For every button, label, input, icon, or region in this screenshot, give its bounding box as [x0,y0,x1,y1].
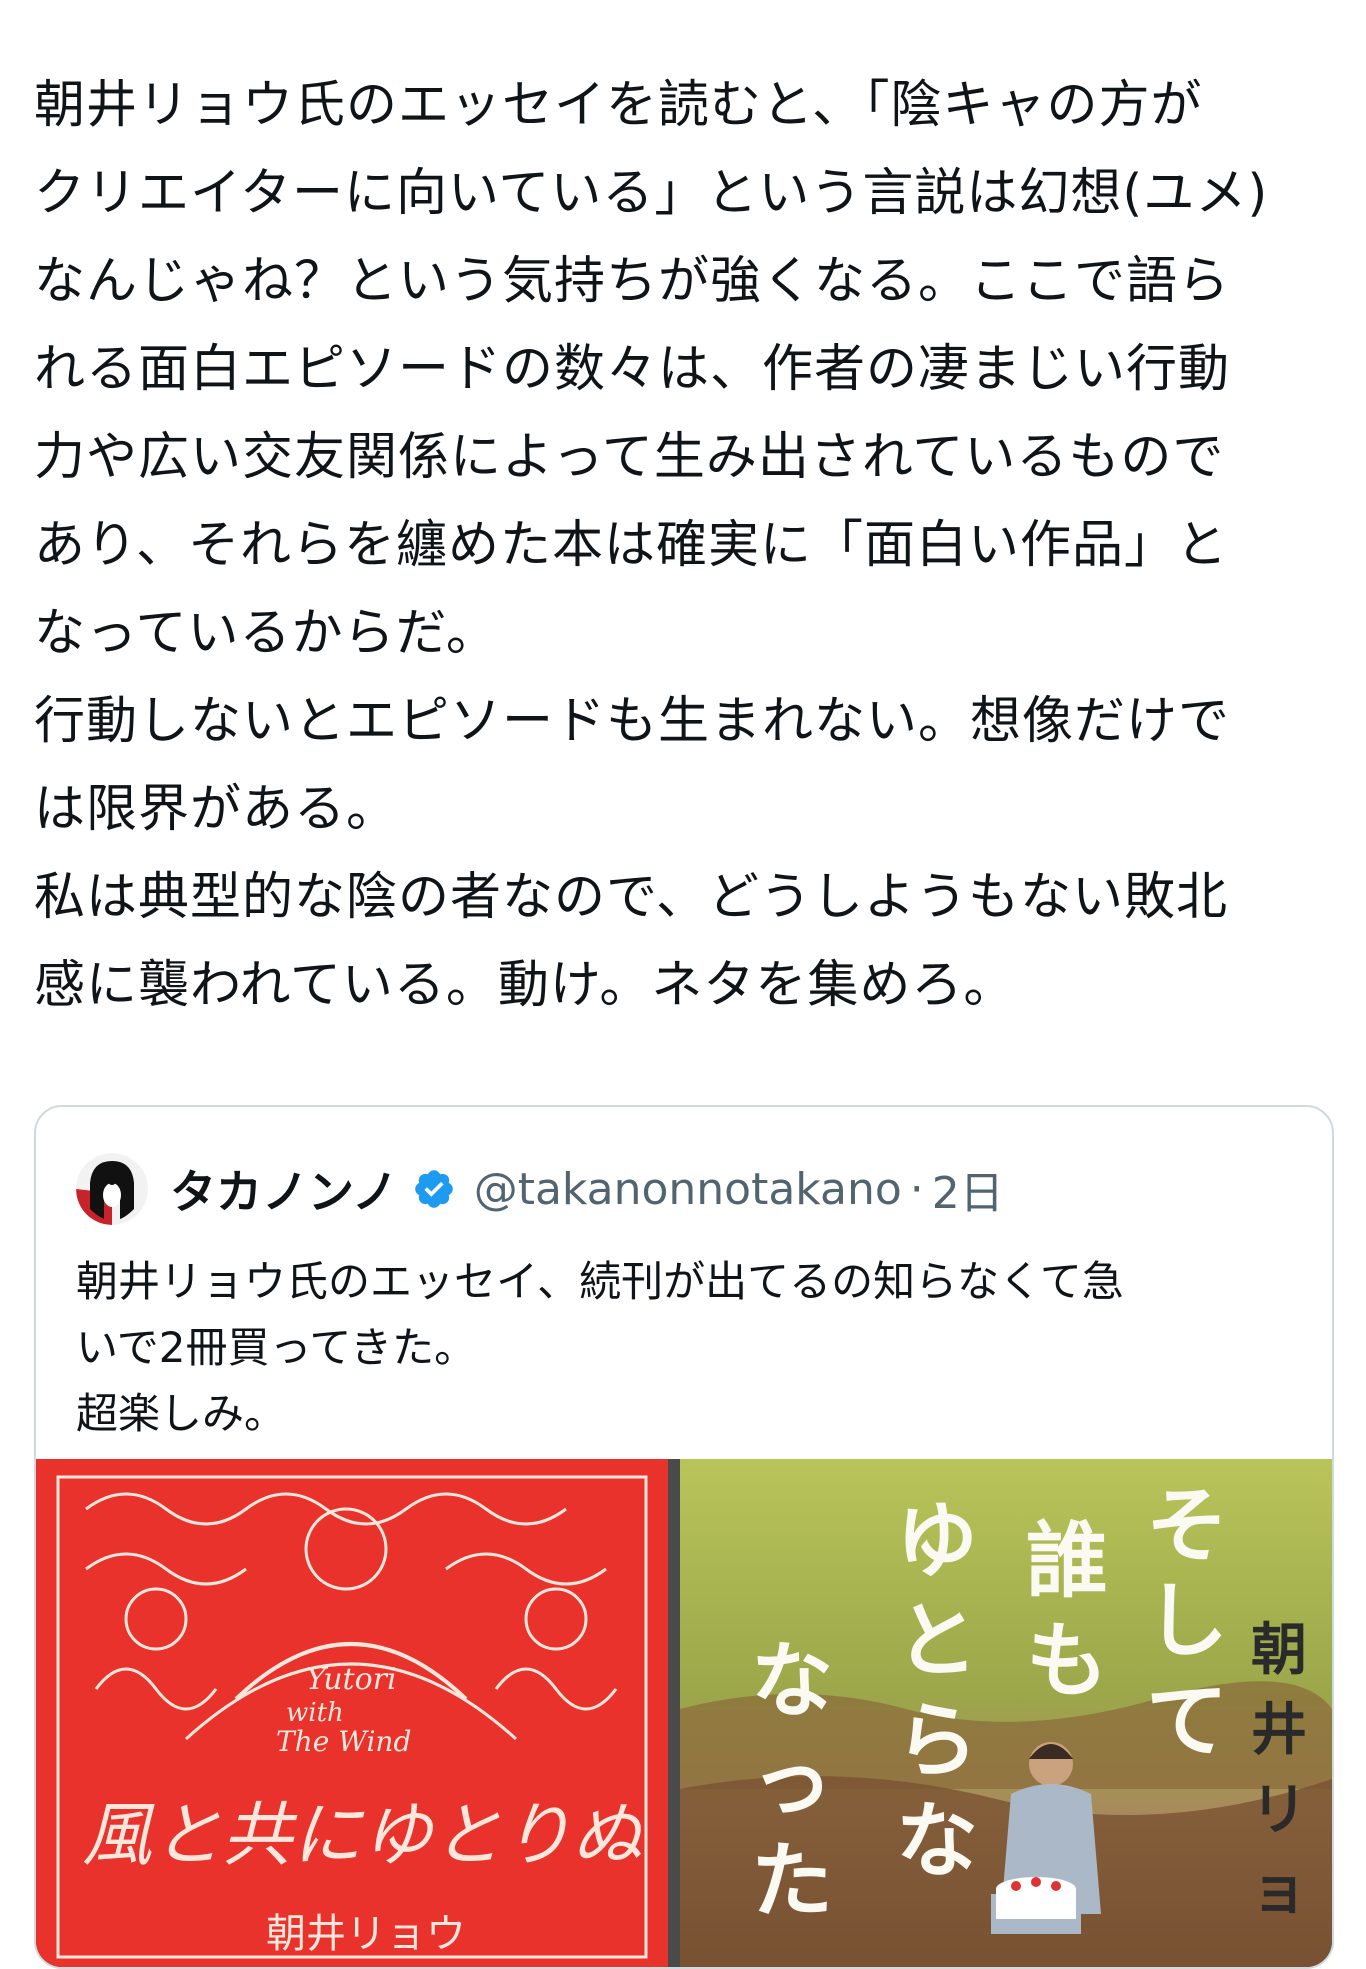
post-age[interactable]: 2日 [932,1157,1004,1221]
svg-text:The Wind: The Wind [276,1725,411,1758]
svg-text:っ: っ [751,1734,833,1829]
svg-text:リ: リ [1251,1778,1307,1843]
separator-dot: · [909,1163,924,1215]
author-name[interactable]: タカノンノ [170,1156,398,1222]
svg-text:な: な [751,1634,833,1729]
svg-text:し: し [1146,1574,1228,1669]
tweet-text-line: れる面白エピソードの数々は、作者の凄まじい行動 [34,340,1231,399]
svg-text:誰: 誰 [1026,1514,1108,1609]
svg-text:ゆ: ゆ [896,1494,978,1589]
book-photo: Yutori with The Wind 風と共にゆとりぬ 朝井リョウ そ し … [36,1459,1332,1967]
svg-text:Yutori: Yutori [306,1662,397,1697]
tweet-text-line: なんじゃね？という気持ちが強くなる。ここで語ら [34,252,1231,311]
svg-text:朝井リョウ: 朝井リョウ [266,1911,466,1957]
svg-text:ら: ら [896,1694,978,1789]
quoted-tweet-media[interactable]: Yutori with The Wind 風と共にゆとりぬ 朝井リョウ そ し … [36,1459,1332,1967]
tweet-text-line: 私は典型的な陰の者なので、どうしようもない敗北 [34,868,1228,927]
quoted-tweet-card[interactable]: タカノンノ @takanonnotakano · 2日 朝井リョウ氏のエッセイ、… [34,1105,1334,1969]
tweet-text-line: なっているからだ。 [34,604,498,663]
book-cover-2: そ し て 誰 も ゆ と ら な な っ た 朝 井 リ ョ [680,1459,1332,1967]
svg-text:風と共にゆとりぬ: 風と共にゆとりぬ [82,1794,644,1876]
tweet-text-line: は限界がある。 [34,780,399,839]
svg-text:そ: そ [1146,1479,1228,1574]
svg-text:て: て [1146,1674,1228,1769]
tweet-text-line: あり、それらを纏めた本は確実に「面白い作品」と [34,516,1228,575]
svg-text:と: と [896,1594,978,1689]
quoted-tweet-header: タカノンノ @takanonnotakano · 2日 [76,1149,1004,1229]
book-cover-1: Yutori with The Wind 風と共にゆとりぬ 朝井リョウ [36,1459,668,1967]
tweet-text-line: 朝井リョウ氏のエッセイを読むと、「陰キャの方が [34,76,1203,135]
svg-text:with: with [286,1698,344,1728]
svg-text:も: も [1026,1614,1108,1709]
tweet-text: 朝井リョウ氏のエッセイを読むと、「陰キャの方が クリエイターに向いている」という… [34,62,1334,1030]
tweet-text-line: 感に襲われている。動け。ネタを集めろ。 [34,956,1016,1015]
svg-text:井: 井 [1251,1698,1307,1763]
tweet-text-line: 力や広い交友関係によって生み出されているもので [34,428,1225,487]
svg-text:ョ: ョ [1251,1858,1307,1923]
avatar[interactable] [76,1153,148,1225]
svg-text:な: な [896,1794,978,1889]
tweet-text-line: 行動しないとエピソードも生まれない。想像だけで [34,692,1231,751]
quoted-tweet-text: 朝井リョウ氏のエッセイ、続刊が出てるの知らなくて急 いで2冊買ってきた。 超楽し… [76,1249,1306,1447]
quoted-tweet-line: いで2冊買ってきた。 [76,1323,477,1372]
quoted-tweet-line: 超楽しみ。 [76,1389,287,1438]
author-handle[interactable]: @takanonnotakano [474,1164,902,1215]
tweet-text-line: クリエイターに向いている」という言説は幻想(ユメ) [34,164,1269,223]
quoted-tweet-line: 朝井リョウ氏のエッセイ、続刊が出てるの知らなくて急 [76,1257,1124,1306]
svg-text:た: た [751,1834,833,1929]
svg-text:朝: 朝 [1251,1618,1307,1683]
verified-badge-icon [414,1170,453,1208]
